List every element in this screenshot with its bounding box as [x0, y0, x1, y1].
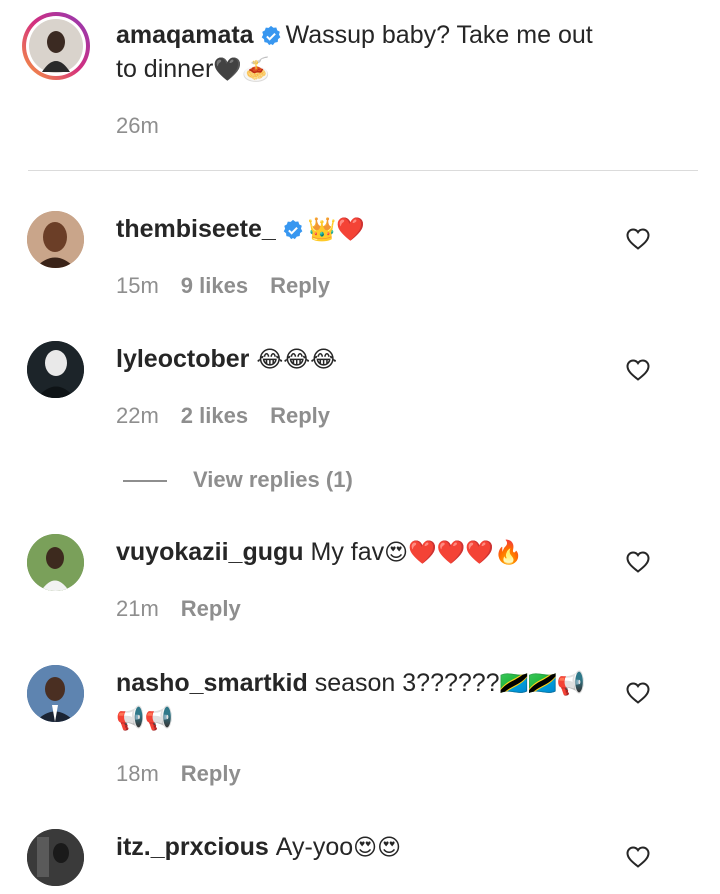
comment-meta: 22m 2 likes Reply [116, 403, 352, 429]
divider [28, 170, 698, 171]
like-heart-icon[interactable] [625, 550, 651, 574]
like-heart-icon[interactable] [625, 845, 651, 869]
reply-button[interactable]: Reply [181, 596, 241, 621]
comment-username[interactable]: nasho_smartkid [116, 669, 308, 697]
avatar[interactable] [27, 341, 84, 398]
comment-line: nasho_smartkid season 3??????🇹🇿🇹🇿📢 [116, 666, 586, 701]
comment-text: season 3?????? [314, 669, 500, 697]
comment-text: My fav [310, 538, 385, 566]
reply-button[interactable]: Reply [270, 273, 330, 298]
reply-button[interactable]: Reply [181, 761, 241, 786]
comment-username[interactable]: thembiseete_ [116, 215, 276, 243]
caption-text-1: Wassup baby? Take me out [285, 21, 593, 49]
comment-line-2: 📢📢 [116, 701, 173, 736]
comment-emoji: 🇹🇿🇹🇿📢 [499, 671, 586, 697]
view-replies-line [123, 480, 167, 482]
comment-line: lyleoctober 😂😂😂 [116, 342, 337, 377]
comment-username[interactable]: vuyokazii_gugu [116, 538, 304, 566]
comment-emoji-2: 📢📢 [116, 706, 174, 732]
comment-line: thembiseete_ 👑❤️ [116, 212, 365, 247]
comment-emoji: 😂😂😂 [256, 347, 337, 373]
caption-avatar[interactable] [22, 12, 90, 80]
like-heart-icon[interactable] [625, 227, 651, 251]
caption-text-2: to dinner [116, 55, 214, 83]
caption-line-1: amaqamata Wassup baby? Take me out [116, 18, 593, 52]
comment-time: 22m [116, 403, 159, 428]
caption-line-2: to dinner🖤🍝 [116, 52, 271, 87]
verified-badge-icon [283, 220, 303, 240]
avatar[interactable] [27, 534, 84, 591]
comment-likes[interactable]: 9 likes [181, 273, 248, 298]
reply-button[interactable]: Reply [270, 403, 330, 428]
avatar[interactable] [27, 665, 84, 722]
avatar[interactable] [27, 829, 84, 886]
comment-emoji: 😍❤️❤️❤️🔥 [384, 540, 523, 566]
comment-username[interactable]: lyleoctober [116, 345, 249, 373]
comment-username[interactable]: itz._prxcious [116, 833, 269, 861]
comment-text: Ay-yoo [275, 833, 354, 861]
avatar[interactable] [27, 211, 84, 268]
comment-time: 21m [116, 596, 159, 621]
comment-emoji: 👑❤️ [307, 217, 366, 243]
caption-username[interactable]: amaqamata [116, 21, 254, 49]
comment-emoji: 😍😍 [353, 835, 402, 861]
caption-emoji: 🖤🍝 [213, 57, 271, 83]
comment-meta: 21m Reply [116, 596, 263, 622]
comment-meta: 18m Reply [116, 761, 263, 787]
comment-meta: 15m 9 likes Reply [116, 273, 352, 299]
caption-time: 26m [116, 113, 159, 138]
comment-time: 18m [116, 761, 159, 786]
verified-badge-icon [261, 26, 280, 46]
comment-line: vuyokazii_gugu My fav😍❤️❤️❤️🔥 [116, 535, 523, 570]
like-heart-icon[interactable] [625, 681, 651, 705]
like-heart-icon[interactable] [625, 358, 651, 382]
comment-line: itz._prxcious Ay-yoo😍😍 [116, 830, 401, 865]
view-replies-button[interactable]: View replies (1) [193, 467, 353, 493]
comment-likes[interactable]: 2 likes [181, 403, 248, 428]
comment-time: 15m [116, 273, 159, 298]
